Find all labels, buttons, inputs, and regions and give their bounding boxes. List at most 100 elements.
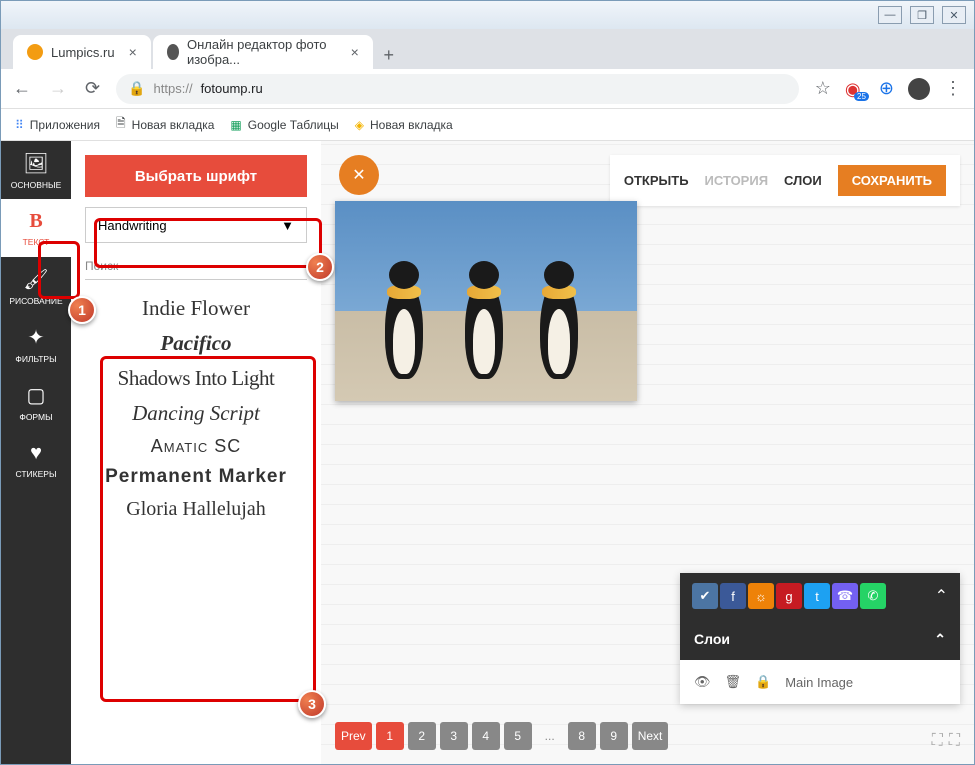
window-maximize[interactable]: ❐ (910, 6, 934, 24)
font-item-shadows[interactable]: Shadows Into Light (85, 364, 307, 393)
share-fb-icon[interactable]: f (720, 583, 746, 609)
window-controls: — ❐ ✕ (1, 1, 974, 29)
page-3[interactable]: 3 (440, 722, 468, 750)
page-2[interactable]: 2 (408, 722, 436, 750)
filter-icon: ✦ (28, 325, 45, 350)
page-1[interactable]: 1 (376, 722, 404, 750)
tab-lumpics[interactable]: Lumpics.ru × (13, 35, 151, 69)
bookmark-apps[interactable]: ⠿Приложения (15, 118, 100, 132)
nav-drawing[interactable]: 🖌РИСОВАНИЕ (1, 257, 71, 315)
font-category-dropdown[interactable]: Handwriting ▼ (85, 207, 307, 243)
tab-title: Онлайн редактор фото изобра... (187, 37, 337, 67)
lock-icon: 🔒 (128, 80, 145, 97)
image-icon: 🖼 (23, 151, 48, 176)
page-4[interactable]: 4 (472, 722, 500, 750)
history-button[interactable]: ИСТОРИЯ (705, 173, 769, 188)
share-wa-icon[interactable]: ✆ (860, 583, 886, 609)
bookmark-bar: ⠿Приложения 🗎Новая вкладка ▦Google Табли… (1, 109, 974, 141)
tab-close[interactable]: × (351, 44, 359, 60)
font-item-indie-flower[interactable]: Indie Flower (85, 294, 307, 323)
nav-stickers[interactable]: ♥СТИКЕРЫ (1, 431, 71, 489)
url-host: fotoump.ru (201, 81, 263, 96)
window-close[interactable]: ✕ (942, 6, 966, 24)
tab-favicon (27, 44, 43, 60)
star-icon[interactable]: ☆ (815, 78, 831, 99)
nav-basic[interactable]: 🖼ОСНОВНЫЕ (1, 141, 71, 199)
font-panel: Выбрать шрифт Handwriting ▼ Поиск Indie … (71, 141, 321, 764)
tab-fotoump[interactable]: Онлайн редактор фото изобра... × (153, 35, 373, 69)
shapes-icon: ▢ (27, 383, 46, 408)
globe-icon[interactable]: ⊕ (879, 78, 894, 99)
annotation-1: 1 (68, 296, 96, 324)
font-search-input[interactable]: Поиск (85, 253, 307, 280)
visibility-icon[interactable]: 👁 (694, 674, 711, 690)
tab-title: Lumpics.ru (51, 45, 115, 60)
brush-icon: 🖌 (23, 267, 48, 292)
layer-name: Main Image (785, 675, 853, 690)
annotation-3: 3 (298, 690, 326, 718)
penguin-graphic (540, 279, 578, 379)
bookmark-sheets[interactable]: ▦Google Таблицы (230, 118, 338, 132)
nav-back[interactable]: ← (13, 78, 31, 99)
share-ok-icon[interactable]: ☼ (748, 583, 774, 609)
layers-header[interactable]: Слои ⌃ (680, 619, 960, 660)
left-nav: 🖼ОСНОВНЫЕ BТЕКСТ 🖌РИСОВАНИЕ ✦ФИЛЬТРЫ ▢ФО… (1, 141, 71, 764)
canvas-image[interactable] (335, 201, 637, 401)
window-minimize[interactable]: — (878, 6, 902, 24)
font-item-gloria[interactable]: Gloria Hallelujah (85, 496, 307, 523)
share-row: ✔ f ☼ g t ☎ ✆ ⌃ (680, 573, 960, 619)
annotation-2: 2 (306, 253, 334, 281)
nav-filters[interactable]: ✦ФИЛЬТРЫ (1, 315, 71, 373)
heart-icon: ♥ (30, 442, 42, 465)
penguin-graphic (385, 279, 423, 379)
share-gplus-icon[interactable]: g (776, 583, 802, 609)
avatar-icon[interactable] (908, 78, 930, 100)
open-button[interactable]: ОТКРЫТЬ (624, 173, 689, 188)
new-tab-button[interactable]: + (375, 41, 403, 69)
font-item-permanent[interactable]: Permanent Marker (85, 465, 307, 490)
save-button[interactable]: СОХРАНИТЬ (838, 165, 946, 196)
address-bar: ← → ⟳ 🔒 https://fotoump.ru ☆ ◉ 25 ⊕ ⋮ (1, 69, 974, 109)
share-tw-icon[interactable]: t (804, 583, 830, 609)
nav-reload[interactable]: ⟳ (85, 78, 100, 99)
zoom-full-icon[interactable]: ⛶ (949, 732, 960, 750)
chevron-up-icon[interactable]: ⌃ (935, 586, 948, 606)
tab-close[interactable]: × (129, 44, 137, 60)
layer-row[interactable]: 👁 🗑 🔒 Main Image (680, 660, 960, 704)
chevron-down-icon: ▼ (281, 218, 294, 233)
tab-favicon (167, 44, 179, 60)
url-field[interactable]: 🔒 https://fotoump.ru (116, 74, 799, 104)
font-list: Indie Flower Pacifico Shadows Into Light… (85, 294, 307, 523)
layers-panel: ✔ f ☼ g t ☎ ✆ ⌃ Слои ⌃ 👁 🗑 🔒 (680, 573, 960, 704)
canvas-area[interactable]: ✕ ОТКРЫТЬ ИСТОРИЯ СЛОИ СОХРАНИТЬ ✔ f ☼ g… (321, 141, 974, 764)
share-viber-icon[interactable]: ☎ (832, 583, 858, 609)
page-prev[interactable]: Prev (335, 722, 372, 750)
chevron-up-icon: ⌃ (934, 631, 946, 648)
choose-font-button[interactable]: Выбрать шрифт (85, 155, 307, 197)
extension-icon[interactable]: ◉ 25 (845, 79, 865, 99)
zoom-controls: ⛶ ⛶ (932, 732, 960, 750)
font-item-amatic[interactable]: Amatic SC (85, 434, 307, 459)
extension-badge: 25 (854, 92, 869, 101)
nav-text[interactable]: BТЕКСТ (1, 199, 71, 257)
menu-icon[interactable]: ⋮ (944, 78, 962, 99)
page-5[interactable]: 5 (504, 722, 532, 750)
page-8[interactable]: 8 (568, 722, 596, 750)
page-next[interactable]: Next (632, 722, 669, 750)
font-item-dancing[interactable]: Dancing Script (85, 399, 307, 428)
layers-button[interactable]: СЛОИ (784, 173, 822, 188)
page-9[interactable]: 9 (600, 722, 628, 750)
page-ellipsis: ... (536, 722, 564, 750)
zoom-fit-icon[interactable]: ⛶ (932, 732, 943, 750)
lock-icon[interactable]: 🔒 (755, 674, 771, 690)
nav-forward[interactable]: → (49, 78, 67, 99)
font-item-pacifico[interactable]: Pacifico (85, 329, 307, 358)
bookmark-newtab1[interactable]: 🗎Новая вкладка (116, 114, 214, 135)
delete-icon[interactable]: 🗑 (725, 674, 742, 690)
bookmark-newtab2[interactable]: ◈Новая вкладка (355, 118, 453, 132)
nav-shapes[interactable]: ▢ФОРМЫ (1, 373, 71, 431)
close-panel-button[interactable]: ✕ (339, 155, 379, 195)
top-toolbar: ОТКРЫТЬ ИСТОРИЯ СЛОИ СОХРАНИТЬ (610, 155, 960, 206)
share-vk-icon[interactable]: ✔ (692, 583, 718, 609)
penguin-graphic (465, 279, 503, 379)
